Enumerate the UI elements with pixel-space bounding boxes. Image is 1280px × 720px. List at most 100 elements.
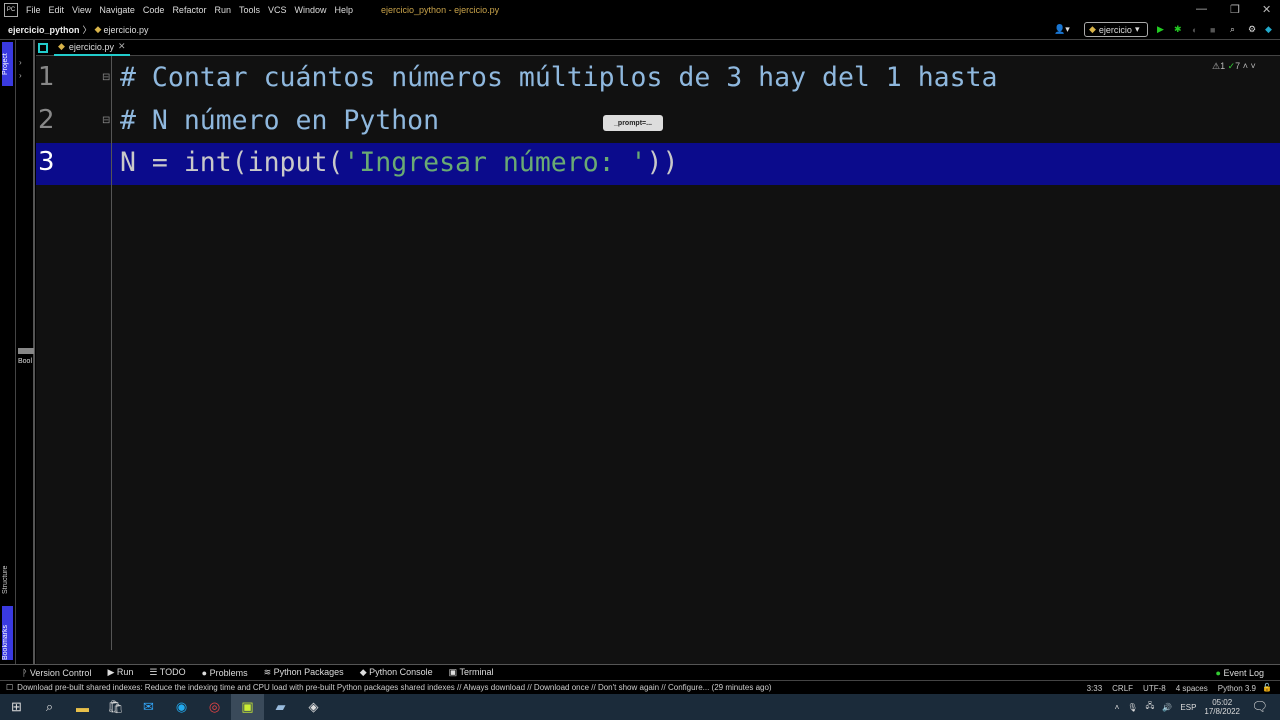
tool-run[interactable]: ▶ Run [107,667,133,678]
pycharm-taskbar-icon[interactable]: ▣ [231,694,264,720]
gutter-divider [111,56,112,650]
plugin-icon[interactable]: ◆ [1265,22,1272,37]
windows-start-icon[interactable]: ⊞ [0,694,33,720]
tab-label: ejercicio.py [68,41,114,52]
chevron-up-icon[interactable]: ˄ [1115,703,1120,712]
chevron-down-icon[interactable]: ˅ [1250,61,1255,71]
menu-refactor[interactable]: Refactor [172,5,206,15]
file-encoding[interactable]: UTF-8 [1143,684,1166,693]
minimize-icon[interactable]: — [1196,3,1207,15]
notifications-icon[interactable]: 🗨 [1251,699,1268,715]
inspection-widget[interactable]: ⚠1 ✓7 ˄ ˅ [1212,61,1256,72]
stop-icon[interactable]: ■ [1210,22,1215,37]
chevron-right-icon: 〉 [82,25,92,35]
tool-python-packages[interactable]: ≋ Python Packages [264,667,344,678]
code-call: N = int(input( [120,147,344,178]
caret-position[interactable]: 3:33 [1087,684,1103,693]
chrome-icon[interactable]: ◎ [198,694,231,720]
event-log-icon: ● [1215,667,1221,678]
file-explorer-icon[interactable]: ▬ [66,694,99,720]
code-string: 'Ingresar número: ' [343,147,647,178]
menu-navigate[interactable]: Navigate [99,5,135,15]
mail-icon[interactable]: ✉ [132,694,165,720]
code-line-3: N = int(input('Ingresar número: ')) [120,147,678,178]
tool-terminal[interactable]: ▣ Terminal [449,667,494,678]
user-icon[interactable]: 👤▾ [1054,22,1070,37]
tool-todo[interactable]: ☰ TODO [149,667,185,678]
run-config-label: ejercicio [1098,24,1132,35]
fold-icon[interactable]: ⊟ [102,72,110,83]
debug-icon[interactable]: ✱ [1174,22,1182,37]
menu-code[interactable]: Code [143,5,165,15]
status-message[interactable]: Download pre-built shared indexes: Reduc… [17,683,771,692]
windows-taskbar: ⊞ ⌕ ▬ 🛍 ✉ ◉ ◎ ▣ ▰ ◈ ˄ 🎙 🖧 🔊 ESP 05:02 17/… [0,694,1280,720]
chevron-up-icon[interactable]: ˄ [1243,61,1248,71]
coverage-icon[interactable]: ◐ [1192,22,1197,37]
tab-ejercicio-py[interactable]: ◆ ejercicio.py ✕ [54,40,130,56]
line-separator[interactable]: CRLF [1112,684,1133,693]
warning-count: 1 [1220,61,1226,71]
store-icon[interactable]: 🛍 [99,694,132,720]
pycharm-logo-icon: PC [4,3,18,17]
project-panel: › › Bool [15,40,35,664]
parameter-hint: _prompt=... [603,115,663,131]
menu-edit[interactable]: Edit [49,5,65,15]
python-file-icon: ◆ [58,41,65,51]
menu-tools[interactable]: Tools [239,5,260,15]
status-bar: ☐ Download pre-built shared indexes: Red… [0,680,1280,694]
project-tool-tab[interactable]: Project [2,42,13,86]
project-view-icon[interactable] [38,42,48,53]
close-window-icon[interactable]: ✕ [1262,3,1271,16]
line-number: 1 [38,62,55,92]
menu-view[interactable]: View [72,5,91,15]
lock-icon[interactable]: 🔓 [1262,683,1272,692]
menu-bar: PC File Edit View Navigate Code Refactor… [0,0,1280,20]
line-number: 2 [38,105,55,135]
close-tab-icon[interactable]: ✕ [118,41,126,52]
menu-window[interactable]: Window [295,5,327,15]
tree-expand-icon[interactable]: › [19,71,33,80]
menu-help[interactable]: Help [335,5,354,15]
menu-vcs[interactable]: VCS [268,5,287,15]
tool-python-console[interactable]: ◆ Python Console [360,667,433,678]
run-config-select[interactable]: ◆ ejercicio ▾ [1084,22,1148,37]
code-line-2: # N número en Python [120,105,440,136]
code-close-parens: )) [646,147,679,178]
clock[interactable]: 05:02 17/8/2022 [1204,698,1240,716]
search-icon[interactable]: ⌕ [33,694,66,720]
restore-icon[interactable]: ❐ [1230,3,1240,16]
event-log-button[interactable]: ● Event Log [1216,668,1264,678]
gear-icon[interactable]: ⚙ [1248,22,1256,37]
volume-icon[interactable]: 🔊 [1162,703,1172,712]
language-indicator[interactable]: ESP [1180,703,1196,712]
tool-problems[interactable]: ● Problems [202,668,248,678]
microphone-icon[interactable]: 🎙 [1127,703,1137,712]
bookmarks-panel-label: Bool [18,358,33,365]
code-line-1: # Contar cuántos números múltiplos de 3 … [120,62,998,93]
typo-count: 7 [1235,61,1241,71]
tool-version-control[interactable]: ᚹ Version Control [22,668,91,678]
network-icon[interactable]: 🖧 [1146,700,1155,714]
fold-icon[interactable]: ⊟ [102,115,110,126]
search-icon[interactable]: ⌕ [1230,22,1235,37]
breadcrumb-project[interactable]: ejercicio_python [8,25,80,35]
line-number: 3 [38,147,55,177]
indent-setting[interactable]: 4 spaces [1176,684,1208,693]
menu-file[interactable]: File [26,5,41,15]
bookmarks-tool-tab[interactable]: Bookmarks [2,606,13,660]
edge-icon[interactable]: ◉ [165,694,198,720]
notes-app-icon[interactable]: ▰ [264,694,297,720]
app-icon[interactable]: ◈ [297,694,330,720]
warning-icon: ⚠ [1212,61,1221,71]
interpreter[interactable]: Python 3.9 [1218,684,1256,693]
structure-tool-tab[interactable]: Structure [2,548,13,594]
python-file-icon: ◆ [94,24,102,34]
panel-splitter[interactable] [18,348,34,354]
run-icon[interactable]: ▶ [1157,22,1164,37]
menu-run[interactable]: Run [214,5,231,15]
status-toggle-icon[interactable]: ☐ [6,683,13,692]
python-icon: ◆ [1089,24,1096,34]
tree-expand-icon[interactable]: › [19,58,33,67]
bottom-tool-bar: ᚹ Version Control ▶ Run ☰ TODO ● Problem… [0,664,1280,680]
breadcrumb-file[interactable]: ejercicio.py [103,25,148,35]
